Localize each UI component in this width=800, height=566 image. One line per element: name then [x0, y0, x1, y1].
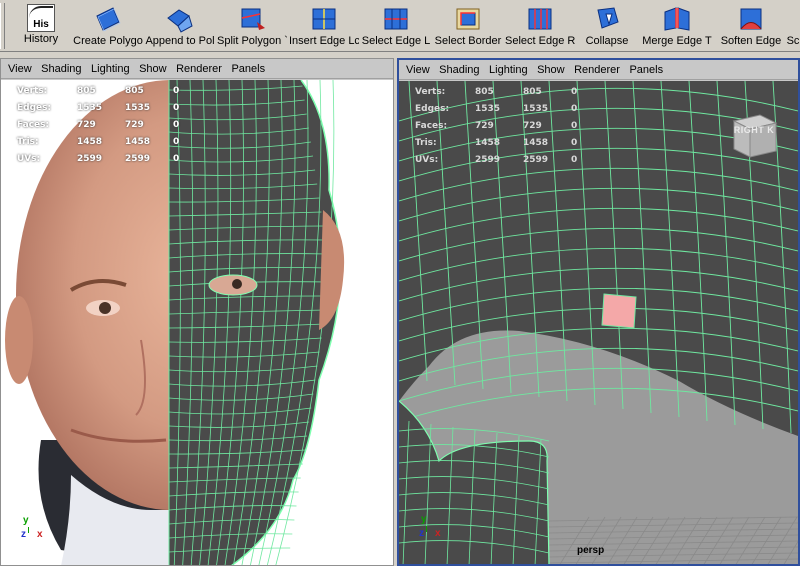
- select-edge-ring-button[interactable]: Select Edge R: [505, 2, 575, 50]
- soften-edge-label: Soften Edge: [720, 35, 782, 47]
- select-border-icon: [456, 8, 480, 30]
- selected-face[interactable]: [601, 293, 637, 329]
- ear-photo: [319, 210, 345, 330]
- persp-viewport-panel: View Shading Lighting Show Renderer Pane…: [397, 58, 800, 566]
- sc-icon: [786, 4, 800, 34]
- split-polygon-icon: [241, 8, 265, 30]
- create-polygon-icon: [96, 7, 121, 32]
- axis-gizmo: y zx: [21, 515, 43, 540]
- menu-panels[interactable]: Panels: [626, 60, 666, 80]
- axis-gizmo: y zx: [419, 514, 441, 539]
- camera-label: persp: [577, 545, 605, 556]
- append-to-polygon-button[interactable]: Append to Pol: [145, 2, 215, 50]
- select-edge-ring-icon: [528, 8, 552, 30]
- shelf-grip[interactable]: [0, 3, 5, 49]
- stat-uvs: UVs: 2599 2599 0: [415, 155, 578, 165]
- menu-view[interactable]: View: [5, 59, 35, 79]
- poly-count-hud: Verts: 805 805 0 Edges: 1535 1535 0 Faces: 729 7…: [415, 84, 619, 169]
- front-viewport[interactable]: Verts: 805 805 0 Edges: 1535 1535 0 Faces: 729 7…: [1, 80, 393, 565]
- menu-shading[interactable]: Shading: [436, 60, 482, 80]
- stat-faces: Faces: 729 729 0: [17, 120, 180, 130]
- shelf-toolbar: His History Create Polygo Append to Pol …: [0, 0, 800, 52]
- poly-count-hud: Verts: 805 805 0 Edges: 1535 1535 0 Faces: 729 7…: [17, 83, 221, 168]
- insert-edge-loop-icon: [312, 8, 336, 30]
- merge-edge-label: Merge Edge T: [642, 35, 712, 47]
- stat-edges: Edges: 1535 1535 0: [17, 103, 180, 113]
- viewcube[interactable]: RIGHT K: [730, 111, 778, 159]
- select-edge-loop-icon: [384, 8, 408, 30]
- soften-edge-icon: [740, 8, 762, 30]
- select-edge-loop-label: Select Edge L: [361, 35, 431, 47]
- create-polygon-label: Create Polygo: [73, 35, 143, 47]
- append-to-polygon-icon: [167, 9, 193, 33]
- sc-label: Sc: [786, 35, 800, 47]
- history-button[interactable]: His History: [18, 2, 64, 50]
- panel-menubar: View Shading Lighting Show Renderer Pane…: [399, 60, 798, 80]
- menu-lighting[interactable]: Lighting: [88, 59, 133, 79]
- menu-renderer[interactable]: Renderer: [571, 60, 623, 80]
- menu-show[interactable]: Show: [136, 59, 170, 79]
- select-edge-ring-label: Select Edge R: [505, 35, 575, 47]
- collapse-label: Collapse: [585, 35, 629, 47]
- split-polygon-label: Split Polygon `: [217, 35, 287, 47]
- front-viewport-panel: View Shading Lighting Show Renderer Pane…: [0, 58, 394, 566]
- select-border-button[interactable]: Select Border: [433, 2, 503, 50]
- merge-edge-button[interactable]: Merge Edge T: [641, 2, 713, 50]
- history-icon: His: [27, 4, 55, 32]
- soften-edge-button[interactable]: Soften Edge: [717, 2, 785, 50]
- menu-show[interactable]: Show: [534, 60, 568, 80]
- menu-shading[interactable]: Shading: [38, 59, 84, 79]
- viewcube-side-label: K: [767, 125, 775, 135]
- persp-viewport[interactable]: RIGHT K Verts: 805 805 0 Edges: 1535 1535 0 Fa…: [399, 81, 798, 564]
- insert-edge-loop-button[interactable]: Insert Edge Lc: [289, 2, 359, 50]
- stat-faces: Faces: 729 729 0: [415, 121, 578, 131]
- append-to-polygon-label: Append to Pol: [145, 35, 215, 47]
- collapse-button[interactable]: Collapse: [577, 2, 637, 50]
- sc-button[interactable]: Sc: [786, 2, 800, 50]
- stat-tris: Tris: 1458 1458 0: [17, 137, 180, 147]
- viewcube-icon: [732, 114, 778, 158]
- select-edge-loop-button[interactable]: Select Edge L: [361, 2, 431, 50]
- menu-lighting[interactable]: Lighting: [486, 60, 531, 80]
- menu-view[interactable]: View: [403, 60, 433, 80]
- stat-uvs: UVs: 2599 2599 0: [17, 154, 180, 164]
- menu-renderer[interactable]: Renderer: [173, 59, 225, 79]
- ground-grid: [548, 516, 798, 564]
- merge-edge-icon: [664, 7, 690, 31]
- insert-edge-loop-label: Insert Edge Lc: [289, 35, 359, 47]
- select-border-label: Select Border: [434, 35, 502, 47]
- collapse-icon: [597, 7, 619, 29]
- split-polygon-button[interactable]: Split Polygon `: [217, 2, 287, 50]
- viewcube-label: RIGHT: [733, 125, 765, 135]
- panel-menubar: View Shading Lighting Show Renderer Pane…: [1, 59, 393, 79]
- stat-tris: Tris: 1458 1458 0: [415, 138, 578, 148]
- stat-verts: Verts: 805 805 0: [415, 87, 578, 97]
- stat-edges: Edges: 1535 1535 0: [415, 104, 578, 114]
- menu-panels[interactable]: Panels: [228, 59, 268, 79]
- history-label: History: [23, 33, 59, 45]
- stat-verts: Verts: 805 805 0: [17, 86, 180, 96]
- create-polygon-button[interactable]: Create Polygo: [73, 2, 143, 50]
